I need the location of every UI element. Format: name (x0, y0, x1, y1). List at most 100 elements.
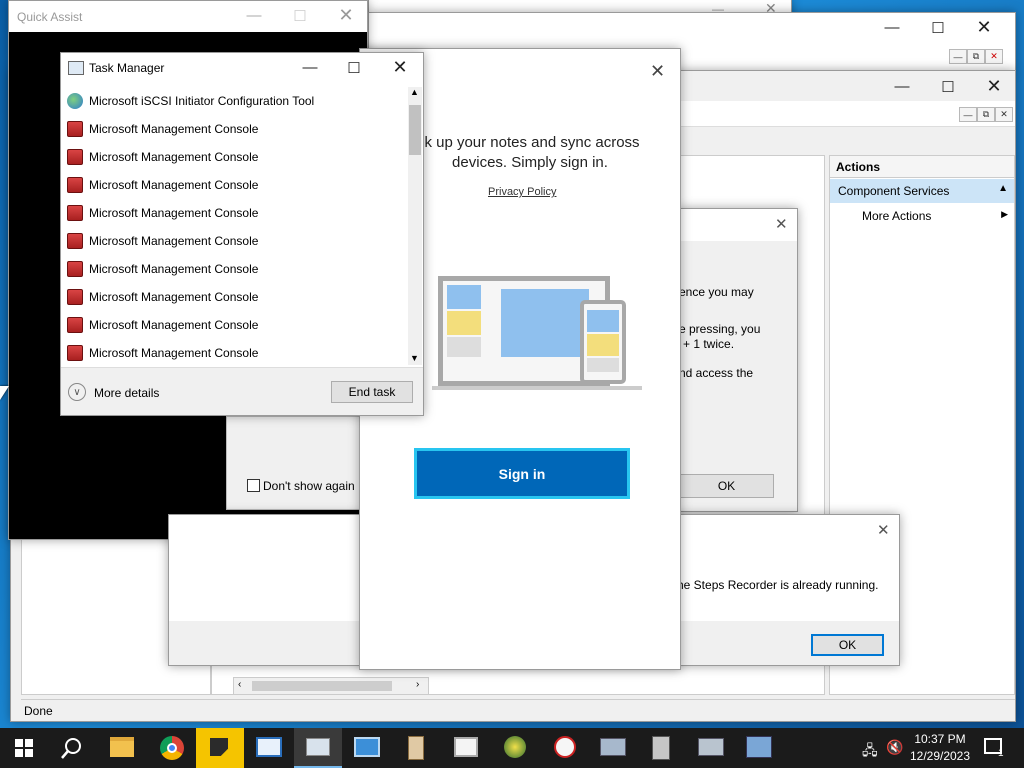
dont-show-label: Don't show again (263, 479, 355, 493)
chevron-down-icon[interactable]: ∨ (68, 383, 86, 401)
process-name: Microsoft Management Console (89, 290, 259, 304)
notification-count: 1 (998, 748, 1004, 759)
end-task-button[interactable]: End task (331, 381, 413, 403)
process-name: Microsoft Management Console (89, 122, 259, 136)
process-list: Microsoft iSCSI Initiator Configuration … (61, 87, 409, 367)
app-icon-7[interactable] (698, 738, 724, 756)
inner-minimize-icon[interactable]: — (949, 49, 967, 64)
window-title: Quick Assist (17, 10, 83, 24)
mmc-icon (67, 289, 83, 305)
minimize-icon[interactable]: — (287, 53, 333, 82)
horizontal-scrollbar[interactable]: ‹ › (233, 677, 429, 695)
inner-restore-icon[interactable]: ⧉ (967, 49, 985, 64)
list-item[interactable]: Microsoft Management Console (67, 339, 258, 367)
ok-button[interactable]: OK (811, 634, 884, 656)
chrome-icon[interactable] (160, 736, 184, 760)
task-manager-icon (68, 61, 84, 75)
tip-dialog-top: ✕ (679, 209, 797, 241)
tip-dialog: ✕ ence you may e pressing, you + 1 twice… (678, 208, 798, 512)
minimize-icon[interactable]: — (869, 13, 915, 42)
app-icon-5[interactable] (600, 738, 626, 756)
maximize-icon[interactable]: ☐ (915, 13, 961, 42)
close-icon[interactable]: ✕ (323, 1, 367, 30)
file-explorer-icon[interactable] (110, 737, 134, 757)
scroll-left-icon[interactable]: ‹ (238, 679, 241, 690)
task-manager-window: Task Manager — ☐ ✕ Microsoft iSCSI Initi… (60, 52, 424, 416)
action-component-services[interactable]: Component Services ▲ (830, 179, 1014, 203)
mmc-icon (67, 205, 83, 221)
list-item[interactable]: Microsoft Management Console (67, 115, 258, 143)
app-icon-2[interactable] (454, 737, 478, 757)
task-manager-taskbar-icon[interactable] (294, 728, 342, 768)
sticky-notes-icon[interactable] (196, 728, 244, 768)
minimize-icon[interactable]: — (231, 1, 277, 30)
mmc-icon (67, 261, 83, 277)
remote-desktop-icon[interactable] (354, 737, 380, 757)
sign-in-button[interactable]: Sign in (414, 448, 630, 499)
clock[interactable]: 10:37 PM 12/29/2023 (906, 731, 974, 765)
mmc-icon (67, 233, 83, 249)
close-icon[interactable]: ✕ (877, 521, 890, 539)
list-item[interactable]: Microsoft Management Console (67, 143, 258, 171)
ok-button[interactable]: OK (679, 474, 774, 498)
list-item[interactable]: Microsoft iSCSI Initiator Configuration … (67, 87, 314, 115)
close-icon[interactable]: ✕ (775, 215, 788, 233)
status-text: Done (24, 704, 53, 718)
process-name: Microsoft Management Console (89, 262, 259, 276)
app-icon-1[interactable] (408, 736, 424, 760)
inner-restore-icon[interactable]: ⧉ (977, 107, 995, 122)
privacy-policy-link[interactable]: Privacy Policy (488, 186, 556, 198)
mmc-icon (67, 345, 83, 361)
collapse-icon[interactable]: ▲ (998, 183, 1008, 194)
maximize-icon[interactable]: ☐ (331, 53, 377, 82)
scroll-down-icon[interactable]: ▼ (410, 353, 419, 363)
tip-line: e pressing, you (679, 322, 761, 336)
action-more-actions[interactable]: More Actions ▶ (830, 205, 1014, 227)
list-item[interactable]: Microsoft Management Console (67, 199, 258, 227)
inner-minimize-icon[interactable]: — (959, 107, 977, 122)
windows-icon (15, 739, 33, 757)
more-details-link[interactable]: More details (94, 386, 159, 400)
maximize-icon[interactable]: ☐ (277, 1, 323, 30)
inner-close-icon[interactable]: ✕ (985, 49, 1003, 64)
mmc-icon (67, 317, 83, 333)
maximize-icon[interactable]: ☐ (925, 72, 971, 101)
process-name: Microsoft Management Console (89, 150, 259, 164)
dont-show-checkbox[interactable] (247, 479, 260, 492)
quick-assist-titlebar: Quick Assist — ☐ ✕ (9, 1, 367, 32)
network-icon[interactable]: 🖧 (862, 740, 878, 764)
steps-recorder-message: he Steps Recorder is already running. (677, 578, 879, 592)
close-icon[interactable]: ✕ (650, 61, 665, 82)
actions-header: Actions (830, 156, 1014, 178)
search-icon[interactable] (60, 736, 84, 760)
tip-line: + 1 twice. (683, 337, 735, 351)
inner-close-icon[interactable]: ✕ (995, 107, 1013, 122)
clock-date: 12/29/2023 (909, 749, 971, 763)
arrow-right-icon: ▶ (1001, 209, 1008, 219)
app-icon-4[interactable] (554, 736, 576, 758)
scroll-up-icon[interactable]: ▲ (410, 87, 419, 97)
scroll-thumb[interactable] (409, 105, 421, 155)
minimize-icon[interactable]: — (879, 72, 925, 101)
close-icon[interactable]: ✕ (961, 13, 1007, 42)
mouse-cursor-icon (0, 386, 9, 400)
component-services-taskbar-icon[interactable] (256, 737, 282, 757)
list-item[interactable]: Microsoft Management Console (67, 171, 258, 199)
list-item[interactable]: Microsoft Management Console (67, 283, 258, 311)
app-icon-8[interactable] (746, 736, 772, 758)
app-icon-3[interactable] (504, 736, 526, 758)
list-item[interactable]: Microsoft Management Console (67, 311, 258, 339)
volume-muted-icon[interactable]: 🔇 (886, 739, 903, 756)
close-icon[interactable]: ✕ (377, 53, 423, 82)
process-name: Microsoft Management Console (89, 346, 259, 360)
list-item[interactable]: Microsoft Management Console (67, 255, 258, 283)
app-icon-6[interactable] (652, 736, 670, 760)
list-item[interactable]: Microsoft Management Console (67, 227, 258, 255)
process-name: Microsoft iSCSI Initiator Configuration … (89, 94, 315, 108)
close-icon[interactable]: ✕ (971, 72, 1015, 101)
scroll-thumb[interactable] (252, 681, 392, 691)
vertical-scrollbar[interactable]: ▲ ▼ (408, 87, 422, 365)
taskbar: 🖧 🔇 10:37 PM 12/29/2023 1 (0, 728, 1024, 768)
start-button[interactable] (0, 728, 48, 768)
scroll-right-icon[interactable]: › (416, 679, 419, 690)
